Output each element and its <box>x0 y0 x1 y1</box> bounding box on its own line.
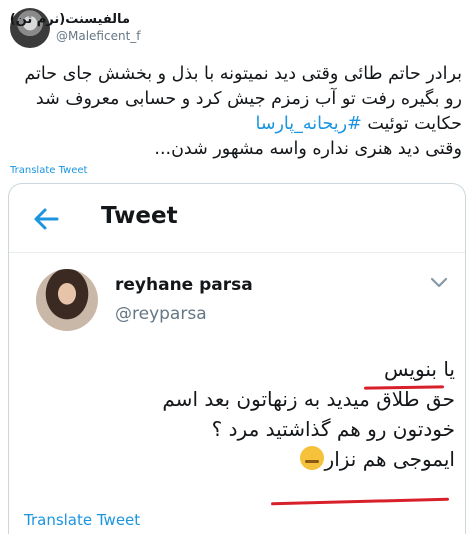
tweet-line-3: حکایت توئیت #ریحانه_پارسا <box>8 112 462 137</box>
embedded-line-4-text: ایموجی هم نزار <box>324 447 455 471</box>
tweet-line-1: برادر حاتم طائی وقتی دید نمیتونه با بذل … <box>24 64 462 84</box>
red-underline-2 <box>270 497 450 506</box>
author-handle[interactable]: @Maleficent_f <box>56 29 141 43</box>
embedded-tweet-image[interactable]: Tweet reyhane parsa @reyparsa یا بنویس ح… <box>8 183 466 534</box>
embedded-line-3: خودتون رو هم گذاشتید مرد ؟ <box>211 417 455 441</box>
chevron-down-icon <box>430 277 448 288</box>
embedded-avatar <box>36 269 98 331</box>
embedded-author-handle: @reyparsa <box>115 304 207 324</box>
hashtag-link[interactable]: #ریحانه_پارسا <box>255 114 361 134</box>
tweet-line-3-prefix: حکایت توئیت <box>361 114 462 134</box>
embedded-translate-tweet-link: Translate Tweet <box>24 511 141 529</box>
tweet-line-4: وقتی دید هنری نداره واسه مشهور شدن... <box>154 139 462 159</box>
tired-face-emoji-icon <box>299 446 324 470</box>
embedded-line-4: ایموجی هم نزار <box>19 444 455 474</box>
translate-tweet-link[interactable]: Translate Tweet <box>10 165 87 176</box>
embedded-author-name: reyhane parsa <box>115 275 253 295</box>
embedded-line-1: یا بنویس <box>383 357 455 381</box>
divider <box>9 252 465 253</box>
tweet-line-2: رو بگیره رفت تو آب زمزم جیش کرد و حسابی … <box>35 89 462 109</box>
embedded-tweet-text: یا بنویس حق طلاق میدید به زنهاتون بعد اس… <box>19 354 455 474</box>
tweet-text: برادر حاتم طائی وقتی دید نمیتونه با بذل … <box>8 62 462 162</box>
arrow-left-icon[interactable] <box>31 204 61 234</box>
embedded-page-title: Tweet <box>101 203 178 229</box>
author-name[interactable]: مالفیسنت(نرم تن) <box>10 12 130 27</box>
